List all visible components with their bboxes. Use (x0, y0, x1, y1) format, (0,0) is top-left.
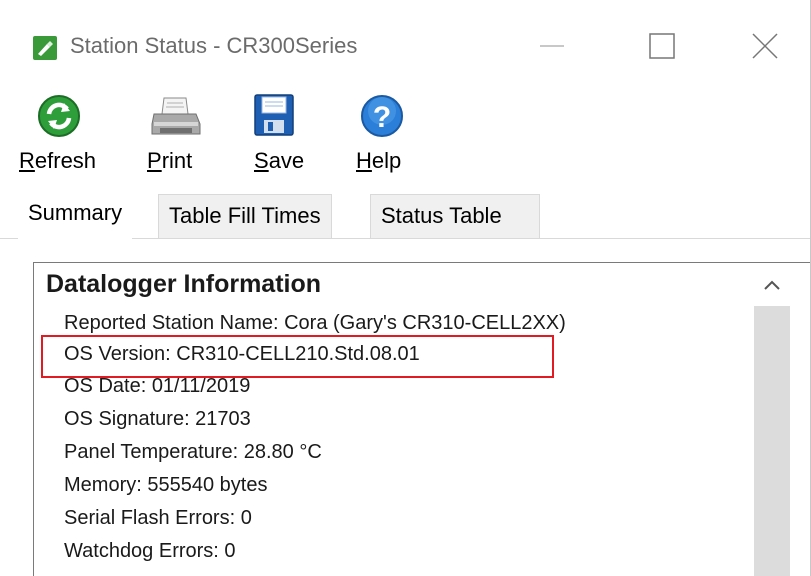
info-line-os-signature: OS Signature: 21703 (64, 408, 251, 430)
info-line-watchdog-errors: Watchdog Errors: 0 (64, 540, 236, 562)
tab-status-table[interactable]: Status Table (370, 194, 540, 238)
floppy-disk-icon (254, 94, 294, 136)
minimize-icon[interactable] (532, 28, 572, 64)
save-button[interactable]: Save (240, 88, 330, 183)
refresh-button[interactable]: Refresh (15, 88, 105, 183)
info-line-serial-flash-errors: Serial Flash Errors: 0 (64, 507, 252, 529)
refresh-icon (38, 95, 80, 137)
app-icon (33, 36, 57, 60)
printer-icon (151, 97, 201, 135)
help-button[interactable]: ? Help (350, 88, 440, 183)
title-bar[interactable]: Station Status - CR300Series (0, 0, 810, 86)
info-line-panel-temperature: Panel Temperature: 28.80 °C (64, 441, 322, 463)
datalogger-information-heading: Datalogger Information (46, 270, 322, 298)
svg-text:?: ? (373, 101, 391, 134)
save-label: Save (254, 148, 305, 173)
refresh-label: Refresh (19, 148, 97, 173)
help-icon: ? (361, 95, 403, 137)
tab-summary[interactable]: Summary (18, 190, 133, 240)
station-status-window: Station Status - CR300Series Refresh Pri… (0, 0, 811, 576)
os-version-highlight-box (41, 335, 554, 378)
vertical-scrollbar[interactable] (754, 306, 790, 576)
close-icon[interactable] (745, 28, 785, 64)
window-title: Station Status - CR300Series (70, 33, 358, 58)
info-line-station-name: Reported Station Name: Cora (Gary's CR31… (64, 312, 566, 334)
tab-table-fill-times[interactable]: Table Fill Times (158, 194, 332, 238)
print-button[interactable]: Print (135, 88, 225, 183)
print-label: Print (147, 148, 193, 173)
scroll-up-arrow-icon[interactable] (754, 264, 790, 304)
maximize-icon[interactable] (642, 28, 682, 64)
info-line-memory: Memory: 555540 bytes (64, 474, 268, 496)
info-line-os-date: OS Date: 01/11/2019 (64, 375, 251, 397)
help-label: Help (356, 148, 402, 173)
toolbar: Refresh Print Save ? Help (0, 88, 810, 183)
